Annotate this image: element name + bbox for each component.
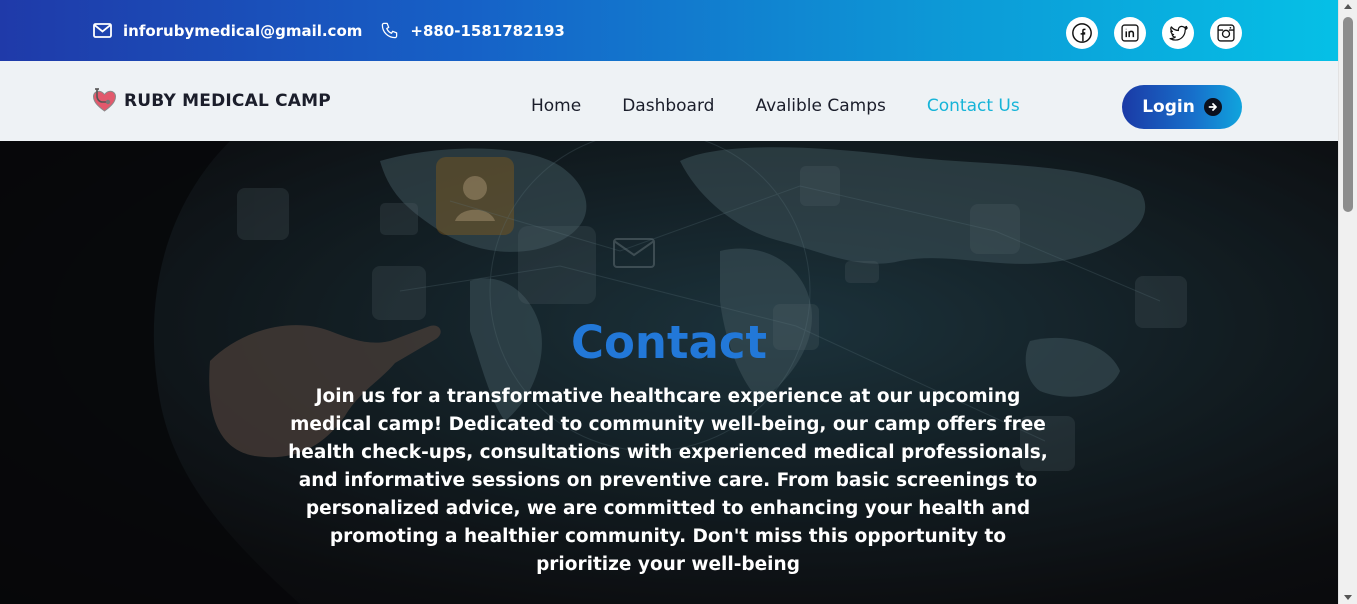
contact-info: inforubymedical@gmail.com +880-158178219…	[93, 0, 583, 61]
phone-link[interactable]: +880-1581782193	[380, 21, 565, 40]
twitter-button[interactable]	[1162, 17, 1194, 49]
hero-description: Join us for a transformative healthcare …	[288, 386, 1048, 575]
mail-icon	[93, 23, 112, 38]
facebook-button[interactable]	[1066, 17, 1098, 49]
main-menu: Home Dashboard Avalible Camps Contact Us	[531, 96, 1061, 116]
arrow-right-circle-icon	[1203, 98, 1222, 116]
facebook-icon	[1072, 23, 1092, 43]
stethoscope-heart-logo-icon	[92, 88, 117, 112]
page-scrollbar[interactable]	[1338, 0, 1357, 604]
main-navbar: RUBY MEDICAL CAMP Home Dashboard Avalibl…	[0, 61, 1338, 141]
social-links	[1050, 17, 1242, 49]
phone-text: +880-1581782193	[410, 21, 565, 40]
scroll-up-arrow-icon[interactable]	[1344, 4, 1352, 9]
brand-name: RUBY MEDICAL CAMP	[124, 91, 331, 111]
linkedin-icon	[1121, 24, 1139, 42]
linkedin-button[interactable]	[1114, 17, 1146, 49]
top-contact-bar: inforubymedical@gmail.com +880-158178219…	[0, 0, 1338, 61]
scrollbar-thumb[interactable]	[1343, 17, 1353, 212]
instagram-button[interactable]	[1210, 17, 1242, 49]
hero-title: Contact	[570, 316, 768, 369]
brand[interactable]: RUBY MEDICAL CAMP	[91, 87, 331, 115]
login-button[interactable]: Login	[1122, 85, 1242, 129]
phone-icon	[382, 22, 398, 39]
instagram-icon	[1217, 24, 1235, 42]
nav-home[interactable]: Home	[531, 96, 581, 116]
nav-dashboard[interactable]: Dashboard	[622, 96, 714, 116]
email-text: inforubymedical@gmail.com	[123, 21, 363, 40]
nav-available-camps[interactable]: Avalible Camps	[755, 96, 885, 116]
twitter-icon	[1168, 25, 1188, 41]
contact-hero: Contact Join us for a transformative hea…	[0, 141, 1338, 604]
nav-contact-us[interactable]: Contact Us	[927, 96, 1020, 116]
login-label: Login	[1142, 97, 1195, 117]
email-link[interactable]: inforubymedical@gmail.com	[93, 22, 362, 40]
scroll-down-arrow-icon[interactable]	[1344, 595, 1352, 600]
